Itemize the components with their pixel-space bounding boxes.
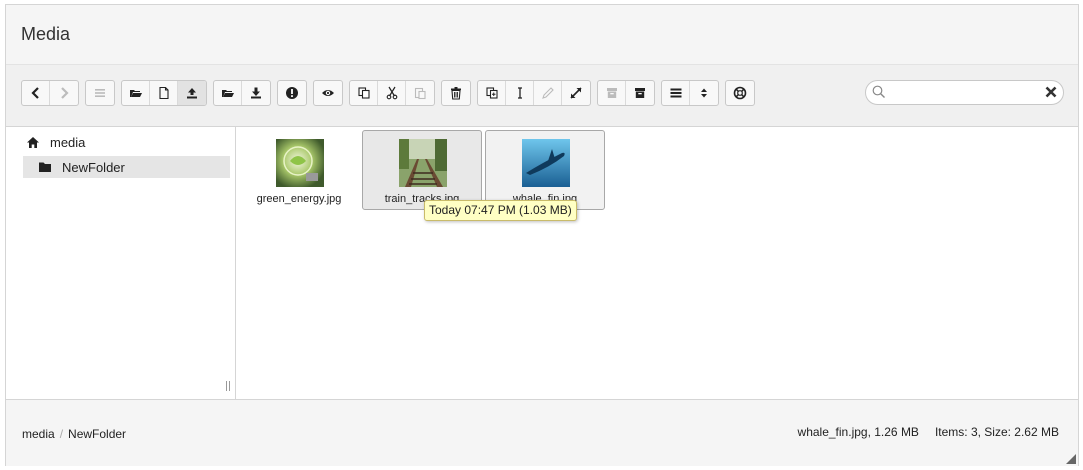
- breadcrumb-item-newfolder[interactable]: NewFolder: [68, 427, 126, 441]
- copy-icon: [357, 87, 370, 99]
- list-icon: [670, 88, 681, 98]
- thumbnail-image: [522, 139, 570, 187]
- folder-icon: [39, 162, 51, 172]
- trash-icon: [451, 87, 461, 100]
- archive-button[interactable]: [626, 81, 654, 105]
- folder-totals: Items: 3, Size: 2.62 MB: [934, 425, 1059, 439]
- new-folder-button[interactable]: [122, 81, 150, 105]
- duplicate-icon: [485, 87, 498, 99]
- page-title: Media: [21, 24, 71, 44]
- rename-button[interactable]: [506, 81, 534, 105]
- file-item-green-energy[interactable]: green_energy.jpg: [239, 130, 359, 210]
- sort-button[interactable]: [690, 81, 718, 105]
- forward-button[interactable]: [50, 81, 78, 105]
- download-button[interactable]: [242, 81, 270, 105]
- file-item-whale-fin[interactable]: whale_fin.jpg: [485, 130, 605, 210]
- help-button-group: [725, 80, 755, 106]
- download-icon: [251, 87, 261, 99]
- expand-icon: [570, 87, 582, 99]
- clipboard-button-group: [349, 80, 435, 106]
- pane-resize-handle[interactable]: [226, 381, 230, 391]
- resize-button[interactable]: [562, 81, 590, 105]
- edit-button[interactable]: [534, 81, 562, 105]
- tree-item-media[interactable]: media: [26, 131, 226, 153]
- info-icon: [286, 87, 298, 99]
- breadcrumb-separator: /: [59, 427, 64, 441]
- tree-item-label: NewFolder: [62, 159, 125, 175]
- folder-tree: media NewFolder: [6, 127, 236, 399]
- extract-button[interactable]: [598, 81, 626, 105]
- breadcrumb-item-media[interactable]: media: [22, 427, 55, 441]
- duplicate-button[interactable]: [478, 81, 506, 105]
- search-box: [865, 80, 1064, 105]
- header-bar: Media: [6, 5, 1078, 65]
- file-name: green_energy.jpg: [256, 193, 342, 205]
- text-cursor-icon: [517, 87, 522, 99]
- new-file-button[interactable]: [150, 81, 178, 105]
- view-toggle-button[interactable]: [662, 81, 690, 105]
- chevron-left-icon: [30, 87, 39, 99]
- resize-grip-icon[interactable]: [1066, 454, 1076, 464]
- edit-button-group: [477, 80, 591, 106]
- search-input[interactable]: [890, 84, 1040, 102]
- search-icon: [872, 85, 885, 98]
- home-icon: [27, 136, 39, 148]
- archive-button-group: [597, 80, 655, 106]
- info-button[interactable]: [278, 81, 306, 105]
- status-info: whale_fin.jpg, 1.26 MB Items: 3, Size: 2.…: [798, 425, 1059, 439]
- list-icon: [95, 89, 105, 97]
- file-manager-window: Media media NewFolder green_energy.jpg t…: [5, 4, 1079, 466]
- cut-button[interactable]: [378, 81, 406, 105]
- archive-icon: [635, 88, 645, 98]
- back-button[interactable]: [22, 81, 50, 105]
- toolbar: [6, 65, 1078, 127]
- selected-file-info: whale_fin.jpg, 1.26 MB: [797, 425, 919, 439]
- copy-button[interactable]: [350, 81, 378, 105]
- file-icon: [158, 86, 169, 100]
- home-button[interactable]: [86, 81, 114, 105]
- status-bar: media / NewFolder whale_fin.jpg, 1.26 MB It…: [6, 399, 1078, 466]
- upload-button[interactable]: [178, 81, 206, 105]
- help-button[interactable]: [726, 81, 754, 105]
- lifebuoy-icon: [733, 86, 747, 100]
- paste-button[interactable]: [406, 81, 434, 105]
- open-button-group: [213, 80, 271, 106]
- folder-open-icon: [221, 90, 234, 97]
- eye-icon: [322, 90, 334, 96]
- sort-icon: [701, 88, 707, 98]
- paste-icon: [414, 87, 426, 100]
- preview-button-group: [313, 80, 343, 106]
- info-button-group: [277, 80, 307, 106]
- nav-button-group: [21, 80, 79, 106]
- extract-icon: [606, 88, 617, 98]
- folder-open-icon: [129, 90, 142, 97]
- tree-item-label: media: [50, 134, 86, 150]
- tree-item-newfolder[interactable]: NewFolder: [23, 156, 230, 178]
- delete-button[interactable]: [442, 81, 470, 105]
- chevron-right-icon: [61, 87, 69, 99]
- thumbnail-image: [399, 139, 447, 187]
- scissors-icon: [386, 86, 397, 100]
- pencil-icon: [541, 87, 554, 99]
- file-item-train-tracks[interactable]: train_tracks.jpg: [362, 130, 482, 210]
- clear-search-icon[interactable]: [1043, 84, 1059, 100]
- view-button-group: [661, 80, 719, 106]
- file-tooltip: Today 07:47 PM (1.03 MB): [424, 200, 577, 221]
- home-button-group: [85, 80, 115, 106]
- create-button-group: [121, 80, 207, 106]
- file-grid: green_energy.jpg train_tracks.jpg whale_…: [237, 127, 1078, 399]
- delete-button-group: [441, 80, 471, 106]
- upload-icon: [187, 88, 197, 99]
- breadcrumb: media / NewFolder: [22, 427, 126, 441]
- open-button[interactable]: [214, 81, 242, 105]
- quicklook-button[interactable]: [314, 81, 342, 105]
- thumbnail-image: [276, 139, 324, 187]
